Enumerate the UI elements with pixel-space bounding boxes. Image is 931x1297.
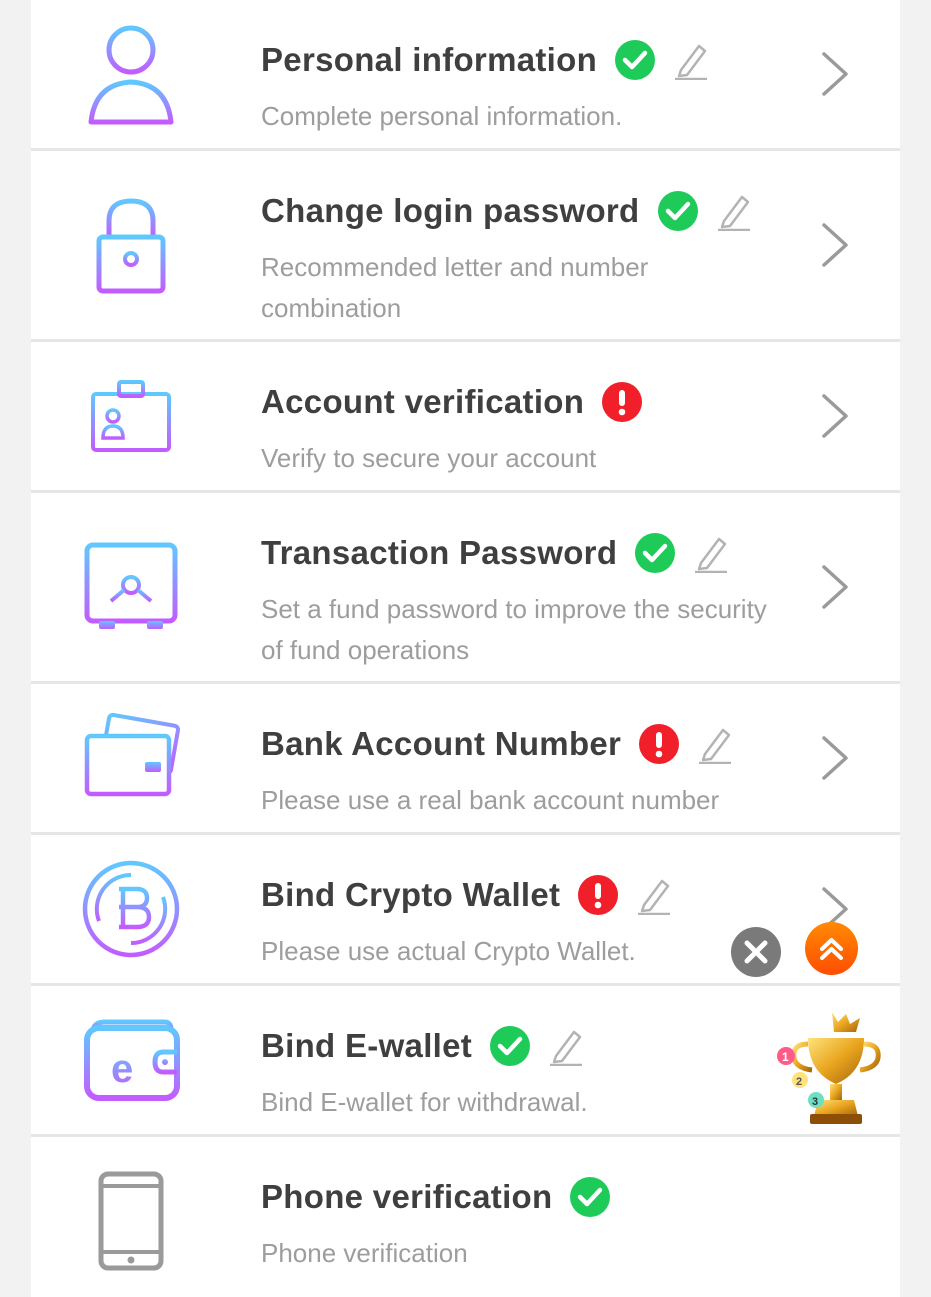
row-title: Bank Account Number	[261, 725, 622, 762]
bank-card-icon	[79, 706, 183, 810]
row-text: Phone verification Phone verification	[261, 1177, 780, 1274]
chevron-right-icon[interactable]	[820, 221, 850, 269]
alert-icon	[602, 382, 643, 422]
pencil-icon[interactable]	[697, 724, 733, 765]
chevron-right-icon[interactable]	[820, 563, 850, 611]
id-card-icon	[79, 364, 183, 468]
chevron-right-icon[interactable]	[820, 734, 850, 782]
row-personal-information[interactable]: Personal information Complete personal i…	[31, 0, 900, 151]
row-title: Change login password	[261, 192, 640, 229]
row-text: Bind Crypto Wallet Please use actual Cry…	[261, 875, 780, 972]
chevron-right-icon[interactable]	[820, 392, 850, 440]
row-title: Bind E-wallet	[261, 1027, 473, 1064]
e-wallet-icon: e	[79, 1008, 183, 1112]
svg-text:e: e	[111, 1047, 133, 1091]
row-subtitle: Please use a real bank account number	[261, 785, 720, 815]
row-title: Personal information	[261, 41, 598, 78]
lock-icon	[79, 193, 183, 297]
alert-icon	[639, 724, 680, 764]
row-subtitle: Phone verification	[261, 1238, 468, 1268]
check-icon	[635, 533, 676, 573]
security-list: Personal information Complete personal i…	[31, 0, 900, 1297]
safe-icon	[79, 535, 183, 639]
scroll-to-top-icon[interactable]	[805, 922, 858, 975]
trophy-icon[interactable]: 1 2 3	[772, 1010, 882, 1128]
row-title: Phone verification	[261, 1178, 553, 1215]
chevron-right-icon[interactable]	[820, 50, 850, 98]
row-text: Transaction Password Set a fund password…	[261, 533, 780, 671]
check-icon	[570, 1177, 611, 1217]
row-subtitle: Please use actual Crypto Wallet.	[261, 936, 636, 966]
row-account-verification[interactable]: Account verification Verify to secure yo…	[31, 342, 900, 493]
row-subtitle: Bind E-wallet for withdrawal.	[261, 1087, 588, 1117]
alert-icon	[578, 875, 619, 915]
row-text: Change login password Recommended letter…	[261, 191, 780, 329]
pencil-icon[interactable]	[716, 191, 752, 232]
row-text: Account verification Verify to secure yo…	[261, 382, 780, 479]
pencil-icon[interactable]	[636, 875, 672, 916]
phone-icon	[79, 1170, 183, 1274]
row-bind-e-wallet[interactable]: e Bind E-wallet Bind E-wallet for withdr…	[31, 986, 900, 1137]
bitcoin-icon	[79, 857, 183, 961]
row-subtitle: Recommended letter and number combinatio…	[261, 252, 649, 323]
check-icon	[615, 40, 656, 80]
row-text: Personal information Complete personal i…	[261, 40, 780, 137]
svg-text:2: 2	[796, 1076, 802, 1088]
pencil-icon[interactable]	[673, 40, 709, 81]
row-transaction-password[interactable]: Transaction Password Set a fund password…	[31, 493, 900, 684]
row-subtitle: Verify to secure your account	[261, 443, 597, 473]
row-bank-account-number[interactable]: Bank Account Number Please use a real ba…	[31, 684, 900, 835]
row-text: Bind E-wallet Bind E-wallet for withdraw…	[261, 1026, 780, 1123]
row-text: Bank Account Number Please use a real ba…	[261, 724, 780, 821]
svg-text:3: 3	[812, 1096, 818, 1108]
row-subtitle: Complete personal information.	[261, 101, 623, 131]
check-icon	[657, 191, 698, 231]
close-icon[interactable]	[731, 927, 781, 977]
row-change-login-password[interactable]: Change login password Recommended letter…	[31, 151, 900, 342]
row-subtitle: Set a fund password to improve the secur…	[261, 594, 767, 665]
svg-text:1: 1	[782, 1050, 789, 1064]
pencil-icon[interactable]	[693, 533, 729, 574]
pencil-icon[interactable]	[548, 1026, 584, 1067]
user-icon	[79, 22, 183, 126]
row-title: Bind Crypto Wallet	[261, 876, 561, 913]
check-icon	[490, 1026, 531, 1066]
row-phone-verification[interactable]: Phone verification Phone verification	[31, 1137, 900, 1297]
row-title: Transaction Password	[261, 534, 618, 571]
row-title: Account verification	[261, 383, 585, 420]
